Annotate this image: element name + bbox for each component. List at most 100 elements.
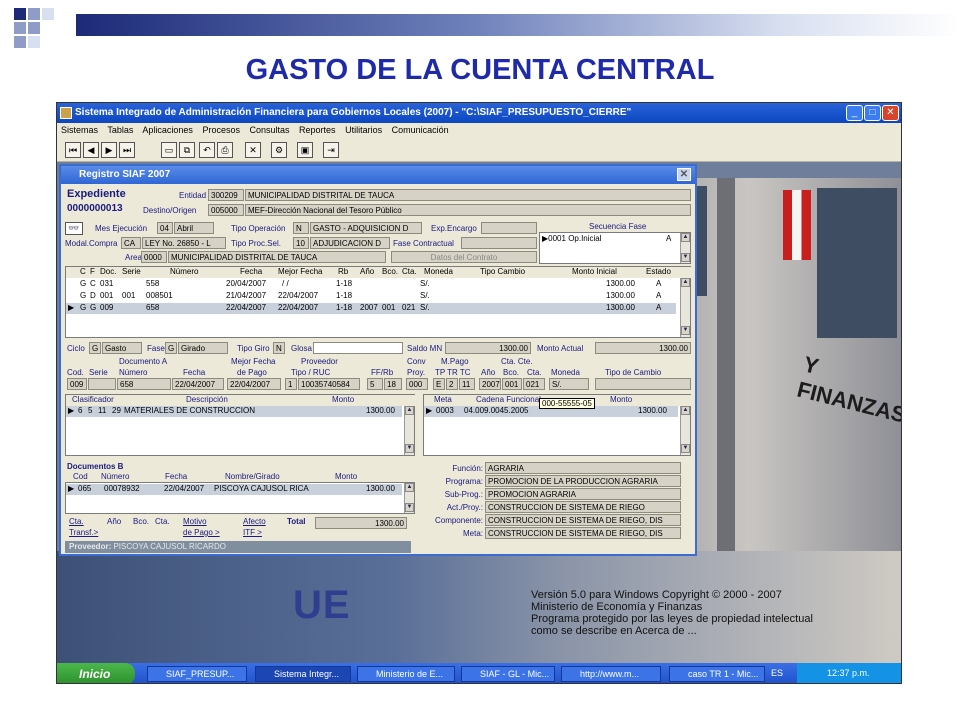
table-row[interactable]: ▶ 6 5 11 29 MATERIALES DE CONSTRUCCION 1… xyxy=(66,406,402,417)
list-item[interactable]: ▶0001 Op.Inicial xyxy=(542,234,602,245)
menu-procesos[interactable]: Procesos xyxy=(202,125,240,135)
scroll-up-icon[interactable]: ▲ xyxy=(681,406,690,415)
mes-num[interactable]: 04 xyxy=(157,222,173,234)
area-code[interactable]: 0000 xyxy=(141,251,167,263)
undo-icon[interactable]: ↶ xyxy=(199,142,215,158)
fase-code[interactable]: G xyxy=(165,342,177,354)
tipo-giro-code[interactable]: N xyxy=(273,342,285,354)
doc-a-numero[interactable]: 658 xyxy=(117,378,171,390)
mejor-fecha-value[interactable]: 22/04/2007 xyxy=(227,378,281,390)
scroll-down-icon[interactable]: ▼ xyxy=(681,326,690,335)
scroll-up-icon[interactable]: ▲ xyxy=(405,406,414,415)
scroll-up-icon[interactable]: ▲ xyxy=(405,483,414,492)
ciclo-code[interactable]: G xyxy=(89,342,101,354)
footer-afecto-link[interactable]: Afecto xyxy=(243,517,266,526)
next-record-icon[interactable]: ▶ xyxy=(101,142,117,158)
destino-code[interactable]: 005000 xyxy=(208,204,244,216)
exp-encargo-field[interactable] xyxy=(481,222,537,234)
print-icon[interactable]: ⎙ xyxy=(217,142,233,158)
itf-link[interactable]: ITF > xyxy=(243,528,262,537)
rb-value[interactable]: 18 xyxy=(384,378,402,390)
footer-cta-label[interactable]: Cta. xyxy=(69,517,84,526)
secuencia-scrollbar[interactable]: ▲ ▼ xyxy=(680,233,690,263)
table-row[interactable]: G C 031 558 20/04/2007 / / 1-18 S/. 1300… xyxy=(66,279,676,290)
menu-tablas[interactable]: Tablas xyxy=(107,125,133,135)
meta-scrollbar[interactable]: ▲ ▼ xyxy=(680,406,690,455)
tipo-op-code[interactable]: N xyxy=(293,222,309,234)
de-pago-link[interactable]: de Pago > xyxy=(183,528,220,537)
transf-link[interactable]: Transf.> xyxy=(69,528,98,537)
tc-value[interactable]: 11 xyxy=(459,378,475,390)
task-siaf-gl[interactable]: SIAF - GL - Mic... xyxy=(461,666,555,682)
first-record-icon[interactable]: ⏮ xyxy=(65,142,81,158)
doc-a-serie[interactable] xyxy=(88,378,116,390)
minimize-button[interactable]: _ xyxy=(846,105,863,121)
destino-name[interactable]: MEF-Dirección Nacional del Tesoro Públic… xyxy=(245,204,691,216)
ruc-value[interactable]: 10035740584 xyxy=(298,378,360,390)
task-browser[interactable]: http://www.m... xyxy=(561,666,661,682)
language-indicator[interactable]: ES xyxy=(771,668,783,678)
entidad-name[interactable]: MUNICIPALIDAD DISTRITAL DE TAUCA xyxy=(245,189,691,201)
documentos-b-scrollbar[interactable]: ▲ ▼ xyxy=(404,483,414,513)
table-row-selected[interactable]: ▶ G G 009 658 22/04/2007 22/04/2007 1-18… xyxy=(66,303,676,314)
table-row[interactable]: G D 001 001 008501 21/04/2007 22/04/2007… xyxy=(66,291,676,302)
tools-icon[interactable]: ⚙ xyxy=(271,142,287,158)
maximize-button[interactable]: □ xyxy=(864,105,881,121)
secuencia-fase-list[interactable]: ▶0001 Op.Inicial A ▲ ▼ xyxy=(539,232,691,264)
scroll-down-icon[interactable]: ▼ xyxy=(405,444,414,453)
dialog-close-icon[interactable]: ✕ xyxy=(677,168,691,181)
task-siaf-presup[interactable]: SIAF_PRESUP... xyxy=(147,666,247,682)
menu-consultas[interactable]: Consultas xyxy=(249,125,289,135)
menu-aplicaciones[interactable]: Aplicaciones xyxy=(142,125,193,135)
previous-record-icon[interactable]: ◀ xyxy=(83,142,99,158)
table-row[interactable]: ▶ 065 00078932 22/04/2007 PISCOYA CAJUSO… xyxy=(66,484,402,495)
main-grid-scrollbar[interactable]: ▲ ▼ xyxy=(680,278,690,337)
fase-name[interactable]: Girado xyxy=(178,342,228,354)
save-icon[interactable]: ▣ xyxy=(297,142,313,158)
ciclo-name[interactable]: Gasto xyxy=(102,342,142,354)
scroll-up-icon[interactable]: ▲ xyxy=(681,233,690,242)
scroll-down-icon[interactable]: ▼ xyxy=(405,503,414,512)
glosa-input[interactable] xyxy=(313,342,403,354)
bco-value[interactable]: 001 xyxy=(502,378,522,390)
cta-value[interactable]: 021 xyxy=(523,378,545,390)
menu-comunicacion[interactable]: Comunicación xyxy=(392,125,449,135)
exit-icon[interactable]: ⇥ xyxy=(323,142,339,158)
scroll-down-icon[interactable]: ▼ xyxy=(681,444,690,453)
tipo-op-name[interactable]: GASTO - ADQUISICION D xyxy=(310,222,422,234)
entidad-code[interactable]: 300209 xyxy=(208,189,244,201)
task-sistema-integr[interactable]: Sistema Integr... xyxy=(255,666,351,682)
tipo-ruc-type[interactable]: 1 xyxy=(285,378,297,390)
area-name[interactable]: MUNICIPALIDAD DISTRITAL DE TAUCA xyxy=(168,251,386,263)
menu-utilitarios[interactable]: Utilitarios xyxy=(345,125,382,135)
task-caso-tr[interactable]: caso TR 1 - Mic... xyxy=(669,666,765,682)
menu-sistemas[interactable]: Sistemas xyxy=(61,125,98,135)
datos-contrato-button[interactable]: Datos del Contrato xyxy=(391,251,537,263)
fase-contractual-field[interactable] xyxy=(461,237,537,249)
modal-compra-name[interactable]: LEY No. 26850 - L xyxy=(142,237,226,249)
moneda-value[interactable]: S/. xyxy=(549,378,589,390)
ff-value[interactable]: 5 xyxy=(367,378,383,390)
close-button[interactable]: ✕ xyxy=(882,105,899,121)
tp-value[interactable]: E xyxy=(433,378,445,390)
tipo-proc-name[interactable]: ADJUDICACION D xyxy=(310,237,390,249)
start-button[interactable]: Inicio xyxy=(57,663,135,683)
tr-value[interactable]: 2 xyxy=(446,378,458,390)
scroll-down-icon[interactable]: ▼ xyxy=(681,253,690,262)
copy-icon[interactable]: ⧉ xyxy=(179,142,195,158)
doc-a-cod[interactable]: 009 xyxy=(67,378,87,390)
ano-value[interactable]: 2007 xyxy=(479,378,501,390)
binoculars-icon[interactable]: 👓 xyxy=(65,222,83,235)
modal-compra-code[interactable]: CA xyxy=(121,237,141,249)
footer-motivo-link[interactable]: Motivo xyxy=(183,517,207,526)
clasificador-scrollbar[interactable]: ▲ ▼ xyxy=(404,406,414,455)
menu-reportes[interactable]: Reportes xyxy=(299,125,336,135)
conv-value[interactable]: 000 xyxy=(406,378,428,390)
task-ministerio[interactable]: Ministerio de E... xyxy=(357,666,455,682)
last-record-icon[interactable]: ⏭ xyxy=(119,142,135,158)
scroll-up-icon[interactable]: ▲ xyxy=(681,278,690,287)
tipo-cambio-field[interactable] xyxy=(595,378,691,390)
delete-icon[interactable]: ✕ xyxy=(245,142,261,158)
tipo-proc-code[interactable]: 10 xyxy=(293,237,309,249)
new-document-icon[interactable]: ▭ xyxy=(161,142,177,158)
